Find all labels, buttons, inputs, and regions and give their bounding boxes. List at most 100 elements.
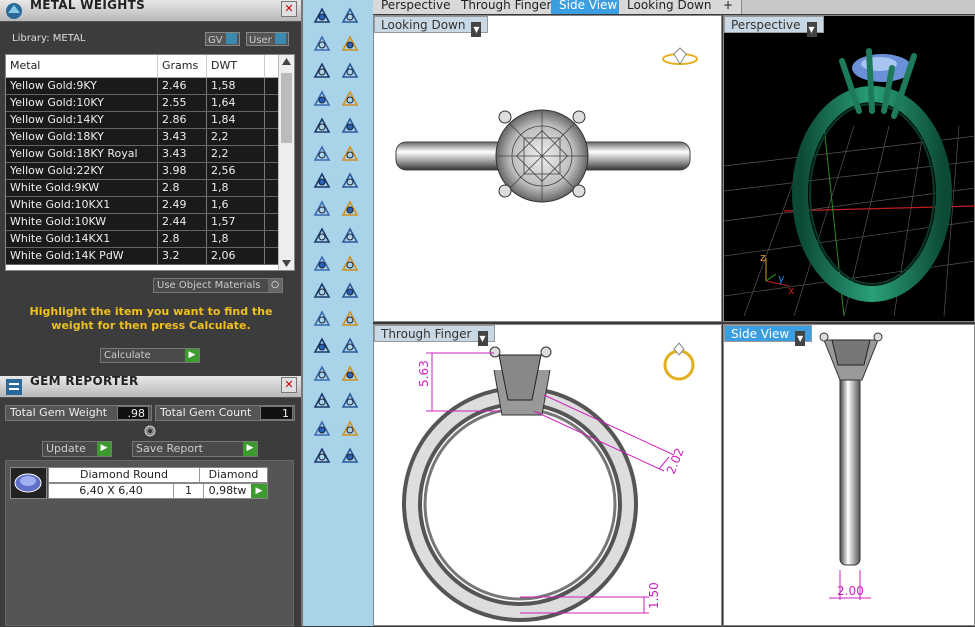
gem-row[interactable]: Diamond Round Diamond 6,40 X 6,40 1 0,98… <box>10 467 268 499</box>
diamond-icon <box>14 473 42 493</box>
split-icon[interactable] <box>311 253 333 275</box>
use-object-materials-label: Use Object Materials <box>157 280 261 291</box>
surface-icon[interactable] <box>339 143 361 165</box>
total-gem-count-value: 1 <box>260 406 293 420</box>
cube-icon[interactable] <box>311 445 333 467</box>
column-header-dwt[interactable]: DWT <box>207 55 265 77</box>
grams-value: 2.8 <box>158 180 207 196</box>
viewport-perspective[interactable]: Perspective ▼ z y x <box>723 15 975 322</box>
curve-points-icon[interactable] <box>339 33 361 55</box>
point-icon[interactable] <box>339 5 361 27</box>
offset-icon[interactable] <box>339 308 361 330</box>
toggle-icon: ○ <box>268 279 282 292</box>
arc-icon[interactable] <box>339 115 361 137</box>
viewport-tabs: Perspective Through Finger Side View Loo… <box>373 0 975 14</box>
text-icon[interactable] <box>311 335 333 357</box>
ring-wizard-icon[interactable] <box>339 445 361 467</box>
viewport-side-view[interactable]: Side View ▼ 2.00 <box>723 324 975 626</box>
transform-icon[interactable] <box>339 390 361 412</box>
dimension-band-taper: 2.02 <box>664 446 687 476</box>
splitter-handle-icon[interactable] <box>143 424 157 438</box>
metal-name: Yellow Gold:22KY <box>6 163 158 179</box>
hexagon-icon[interactable] <box>311 115 333 137</box>
grams-value: 3.43 <box>158 129 207 145</box>
column-header-metal[interactable]: Metal <box>6 55 158 77</box>
scrollbar[interactable] <box>278 55 294 270</box>
align-icon[interactable] <box>311 363 333 385</box>
table-row[interactable]: White Gold:14K PdW 3.2 2,06 <box>6 248 294 265</box>
gv-toggle[interactable]: GV <box>205 32 240 46</box>
gem-count: 1 <box>174 484 204 498</box>
table-row[interactable]: Yellow Gold:10KY 2.55 1,64 <box>6 95 294 112</box>
axis-y-label: y <box>778 272 785 285</box>
trim-icon[interactable] <box>339 253 361 275</box>
calculate-button[interactable]: Calculate ▶ <box>100 348 200 363</box>
table-row[interactable]: White Gold:9KW 2.8 1,8 <box>6 180 294 197</box>
box-icon[interactable] <box>311 170 333 192</box>
save-report-button[interactable]: Save Report ▶ <box>132 441 258 457</box>
tab-perspective[interactable]: Perspective <box>373 0 460 14</box>
table-row[interactable]: White Gold:10KX1 2.49 1,6 <box>6 197 294 214</box>
cylinder-icon[interactable] <box>311 198 333 220</box>
metal-name: Yellow Gold:14KY <box>6 112 158 128</box>
through-finger-render: 5.63 2.02 1.50 <box>402 342 695 622</box>
metal-name: White Gold:10KW <box>6 214 158 230</box>
circle-icon[interactable] <box>311 60 333 82</box>
table-row[interactable]: Yellow Gold:18KY 3.43 2,2 <box>6 129 294 146</box>
dimension-band-thickness: 1.50 <box>647 582 661 609</box>
solid-icon[interactable] <box>311 418 333 440</box>
tab-side-view[interactable]: Side View <box>551 0 627 14</box>
metal-name: White Gold:14KX1 <box>6 231 158 247</box>
select-arrow-icon[interactable] <box>311 5 333 27</box>
save-report-label: Save Report <box>136 442 203 455</box>
dwt-value: 1,6 <box>207 197 265 213</box>
rectangle-icon[interactable] <box>339 88 361 110</box>
sphere-icon[interactable] <box>339 170 361 192</box>
scroll-up-icon[interactable] <box>282 58 291 65</box>
patch-icon[interactable] <box>339 198 361 220</box>
array-icon[interactable] <box>339 280 361 302</box>
left-panel: METAL WEIGHTS ✕ Library: METAL GV User M… <box>0 0 301 626</box>
fillet-icon[interactable] <box>311 308 333 330</box>
update-button[interactable]: Update ▶ <box>42 441 112 457</box>
table-row[interactable]: Yellow Gold:18KY Royal 3.43 2,2 <box>6 146 294 163</box>
polygon-icon[interactable] <box>311 88 333 110</box>
gem-detail-row: 6,40 X 6,40 1 0,98tw ▶ <box>48 483 268 499</box>
grid-icon[interactable] <box>311 390 333 412</box>
ellipse-icon[interactable] <box>339 60 361 82</box>
table-row[interactable]: White Gold:14KX1 2.8 1,8 <box>6 231 294 248</box>
close-icon[interactable]: ✕ <box>281 1 297 17</box>
ring-front-icon <box>663 342 695 381</box>
tab-through-finger[interactable]: Through Finger <box>453 0 561 14</box>
gem-weight: 0,98tw <box>208 484 247 497</box>
gear-icon[interactable] <box>311 225 333 247</box>
scroll-down-icon[interactable] <box>282 260 291 267</box>
table-row[interactable]: Yellow Gold:22KY 3.98 2,56 <box>6 163 294 180</box>
check-icon[interactable] <box>339 418 361 440</box>
gv-label: GV <box>208 35 223 46</box>
tab-add[interactable]: + <box>715 0 743 14</box>
boolean-icon[interactable] <box>311 280 333 302</box>
column-header-grams[interactable]: Grams <box>158 55 207 77</box>
play-icon[interactable]: ▶ <box>251 484 267 498</box>
metal-weights-icon <box>6 3 22 19</box>
close-icon[interactable]: ✕ <box>281 377 297 393</box>
scroll-thumb[interactable] <box>281 73 292 143</box>
viewport-through-finger[interactable]: Through Finger ▼ 5.63 2.02 1.50 <box>373 324 722 626</box>
metal-table[interactable]: Metal Grams DWT Yellow Gold:9KY 2.46 1,58 Y… <box>5 54 295 271</box>
scale-icon[interactable] <box>339 335 361 357</box>
table-row[interactable]: Yellow Gold:14KY 2.86 1,84 <box>6 112 294 129</box>
mirror-icon[interactable] <box>339 363 361 385</box>
user-toggle[interactable]: User <box>246 32 289 46</box>
viewport-looking-down[interactable]: Looking Down ▼ <box>373 15 722 322</box>
table-row[interactable]: White Gold:10KW 2.44 1,57 <box>6 214 294 231</box>
toggle-icon <box>225 33 237 44</box>
gem-reporter-icon <box>6 379 22 395</box>
explode-icon[interactable] <box>339 225 361 247</box>
tab-looking-down[interactable]: Looking Down <box>619 0 721 14</box>
use-object-materials-toggle[interactable]: Use Object Materials ○ <box>153 278 283 293</box>
polyline-icon[interactable] <box>311 33 333 55</box>
mesh-icon[interactable] <box>311 143 333 165</box>
play-icon: ▶ <box>243 442 257 456</box>
table-row[interactable]: Yellow Gold:9KY 2.46 1,58 <box>6 78 294 95</box>
